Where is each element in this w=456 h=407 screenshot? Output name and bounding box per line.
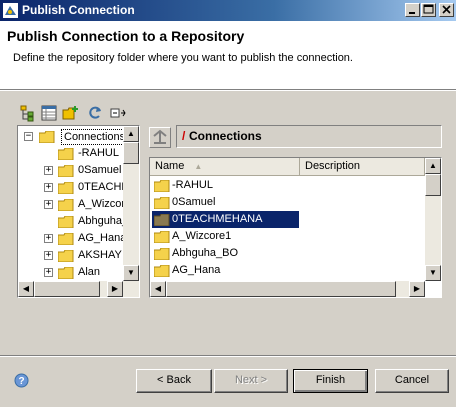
list-item-label: 0TEACHMEHANA — [172, 213, 263, 225]
list-vertical-scrollbar[interactable]: ▲ ▼ — [425, 158, 441, 281]
folder-icon — [58, 233, 74, 245]
tree-root-connections[interactable]: − Connections — [24, 128, 134, 145]
header-divider-highlight — [0, 90, 456, 91]
list-item-label: -RAHUL — [172, 179, 213, 191]
list-item[interactable]: AG_Hana — [150, 262, 425, 279]
close-icon — [442, 5, 451, 14]
path-display: / Connections — [176, 125, 442, 148]
tree-horizontal-scrollbar[interactable]: ◀ ▶ — [18, 281, 139, 297]
sort-ascending-icon: ▲ — [194, 162, 203, 171]
scroll-thumb[interactable] — [425, 174, 441, 196]
tree-item-label: Connections — [61, 129, 129, 145]
list-item[interactable]: -RAHUL — [150, 177, 425, 194]
expand-icon[interactable]: + — [44, 251, 53, 260]
minimize-button[interactable] — [405, 3, 420, 17]
scroll-thumb[interactable] — [166, 281, 396, 297]
folder-icon — [154, 231, 170, 243]
folder-icon — [154, 214, 170, 226]
page-description: Define the repository folder where you w… — [13, 52, 353, 64]
maximize-button[interactable] — [421, 3, 436, 17]
expand-icon[interactable]: + — [44, 268, 53, 277]
column-header-description-label: Description — [305, 160, 361, 172]
list-item-label: 0Samuel — [172, 196, 216, 208]
list-item[interactable]: Abhguha_BO — [150, 245, 425, 262]
folder-icon — [39, 131, 55, 143]
scroll-thumb[interactable] — [34, 281, 100, 297]
scroll-up-button[interactable]: ▲ — [425, 158, 441, 174]
cancel-button[interactable]: Cancel — [375, 369, 449, 393]
scroll-left-button[interactable]: ◀ — [150, 281, 166, 297]
up-folder-button[interactable] — [149, 127, 171, 148]
column-header-name[interactable]: Name ▲ — [150, 158, 300, 176]
collapse-all-icon[interactable] — [109, 104, 127, 122]
new-folder-icon[interactable] — [62, 104, 80, 122]
folder-icon — [58, 165, 74, 177]
refresh-icon[interactable] — [86, 104, 104, 122]
scroll-up-button[interactable]: ▲ — [123, 126, 139, 142]
help-icon[interactable]: ? — [14, 373, 29, 388]
window-title: Publish Connection — [22, 3, 135, 17]
tree-item-label: Alan — [78, 266, 101, 278]
folder-list[interactable]: Name ▲ Description -RAHUL 0Samuel 0TEACHM… — [149, 157, 442, 298]
tree-item-label: Abhguha_ — [78, 215, 129, 227]
scroll-right-button[interactable]: ▶ — [409, 281, 425, 297]
scroll-thumb[interactable] — [123, 142, 139, 164]
minimize-icon — [409, 12, 415, 14]
folder-icon — [154, 197, 170, 209]
column-header-name-label: Name — [155, 160, 185, 172]
tree-item-label: AG_Hana — [78, 232, 127, 244]
list-item-label: Abhguha_BO — [172, 247, 239, 259]
folder-icon — [154, 248, 170, 260]
folder-icon — [58, 148, 74, 160]
expand-icon[interactable]: + — [44, 200, 53, 209]
path-slash: / — [182, 129, 186, 143]
back-button[interactable]: < Back — [136, 369, 212, 393]
list-item-selected[interactable]: 0TEACHMEHANA — [150, 211, 425, 228]
tree-item-label: -RAHUL — [78, 147, 119, 159]
folder-icon — [154, 265, 170, 277]
folder-icon — [58, 182, 74, 194]
maximize-icon — [423, 4, 434, 14]
expand-icon[interactable]: + — [44, 183, 53, 192]
tree-vertical-scrollbar[interactable]: ▲ ▼ — [123, 126, 139, 281]
column-header-description[interactable]: Description — [300, 158, 425, 176]
tree-item-label: A_Wizcor — [78, 198, 126, 210]
list-item[interactable]: A_Wizcore1 — [150, 228, 425, 245]
list-item-label: AG_Hana — [172, 264, 221, 276]
folder-icon — [58, 216, 74, 228]
folder-tree[interactable]: − Connections -RAHUL + 0Samuel + 0TEACHM… — [17, 125, 140, 298]
hierarchy-icon[interactable] — [19, 104, 37, 122]
title-bar: Publish Connection — [0, 0, 456, 21]
scroll-right-button[interactable]: ▶ — [107, 281, 123, 297]
list-item-label: A_Wizcore1 — [172, 230, 232, 242]
expand-icon[interactable]: + — [44, 166, 53, 175]
page-title: Publish Connection to a Repository — [7, 28, 245, 44]
close-button[interactable] — [439, 3, 454, 17]
app-icon — [3, 3, 18, 18]
scroll-down-button[interactable]: ▼ — [123, 265, 139, 281]
folder-icon — [154, 180, 170, 192]
list-item[interactable]: 0Samuel — [150, 194, 425, 211]
folder-icon — [58, 199, 74, 211]
scroll-down-button[interactable]: ▼ — [425, 265, 441, 281]
dialog-header: Publish Connection to a Repository Defin… — [0, 21, 456, 89]
list-horizontal-scrollbar[interactable]: ◀ ▶ — [150, 281, 425, 297]
folder-icon — [58, 250, 74, 262]
next-button[interactable]: Next > — [214, 369, 288, 393]
path-text: Connections — [189, 129, 262, 143]
svg-text:?: ? — [18, 376, 24, 387]
collapse-icon[interactable]: − — [24, 132, 33, 141]
folder-icon — [58, 267, 74, 279]
expand-icon[interactable]: + — [44, 234, 53, 243]
scroll-left-button[interactable]: ◀ — [18, 281, 34, 297]
footer-divider-highlight — [0, 356, 456, 357]
finish-button[interactable]: Finish — [293, 369, 368, 393]
tree-item-label: AKSHAY — [78, 249, 122, 261]
table-view-icon[interactable] — [40, 104, 58, 122]
tree-item-label: 0Samuel — [78, 164, 122, 176]
up-folder-icon — [153, 129, 167, 144]
